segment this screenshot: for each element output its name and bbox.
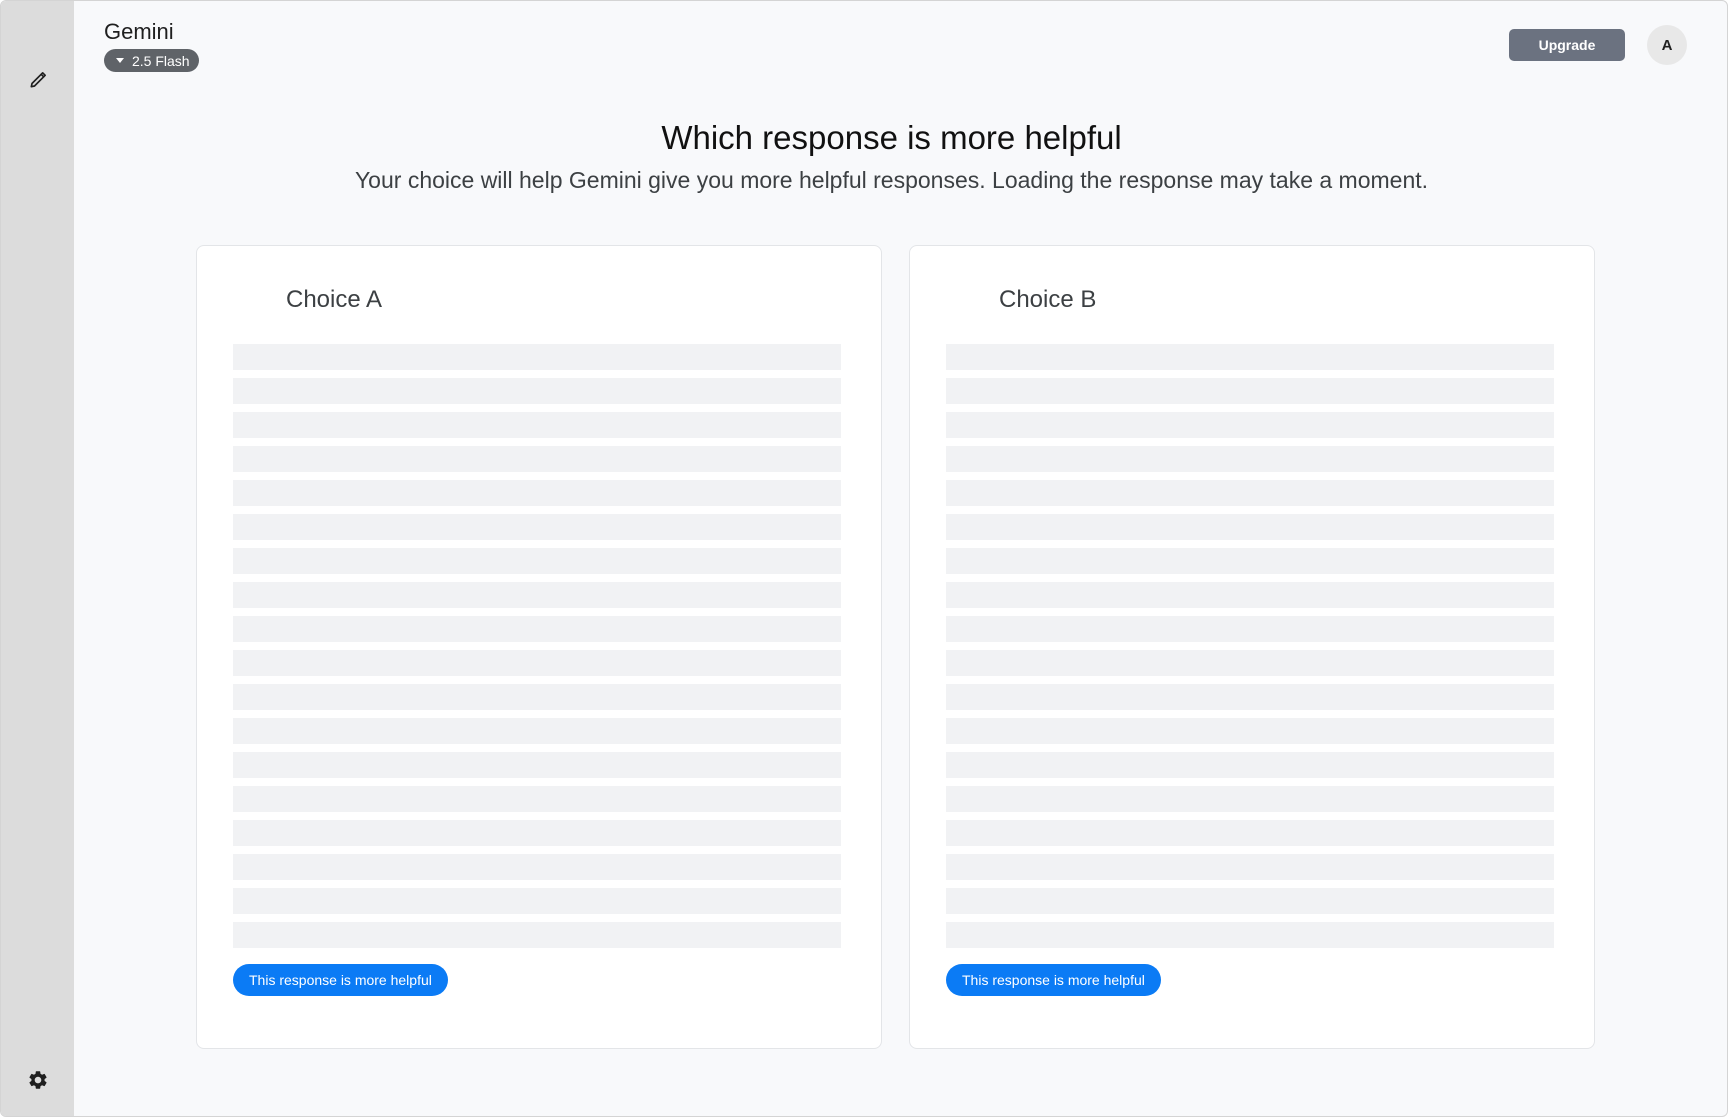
choice-b-card: Choice B This response is more helpful	[909, 245, 1595, 1049]
skeleton-line	[946, 786, 1554, 812]
avatar[interactable]: A	[1647, 25, 1687, 65]
edit-icon	[30, 72, 47, 88]
loading-skeleton	[946, 344, 1554, 956]
new-chat-button[interactable]	[25, 67, 51, 93]
caret-down-icon	[116, 58, 124, 63]
skeleton-line	[233, 344, 841, 370]
main-area: Gemini 2.5 Flash Upgrade A Which respons…	[74, 1, 1727, 1116]
skeleton-line	[946, 514, 1554, 540]
skeleton-line	[946, 718, 1554, 744]
skeleton-line	[946, 820, 1554, 846]
settings-button[interactable]	[25, 1067, 51, 1093]
loading-skeleton	[233, 344, 841, 956]
choice-a-card: Choice A This response is more helpful	[196, 245, 882, 1049]
skeleton-line	[946, 412, 1554, 438]
skeleton-line	[233, 718, 841, 744]
skeleton-line	[946, 616, 1554, 642]
skeleton-line	[233, 854, 841, 880]
brand: Gemini 2.5 Flash	[104, 19, 199, 72]
skeleton-line	[946, 650, 1554, 676]
skeleton-line	[233, 922, 841, 948]
model-label: 2.5 Flash	[132, 52, 190, 69]
settings-icon	[29, 1071, 47, 1089]
skeleton-line	[946, 378, 1554, 404]
app-window: Gemini 2.5 Flash Upgrade A Which respons…	[0, 0, 1728, 1117]
skeleton-line	[946, 922, 1554, 948]
model-selector[interactable]: 2.5 Flash	[104, 49, 199, 72]
skeleton-line	[233, 514, 841, 540]
choice-a-title: Choice A	[286, 286, 383, 313]
skeleton-line	[946, 548, 1554, 574]
skeleton-line	[233, 582, 841, 608]
page-title: Which response is more helpful	[661, 119, 1122, 156]
skeleton-line	[233, 412, 841, 438]
skeleton-line	[233, 616, 841, 642]
skeleton-line	[946, 344, 1554, 370]
skeleton-line	[233, 378, 841, 404]
skeleton-line	[946, 752, 1554, 778]
choice-b-select-button[interactable]: This response is more helpful	[946, 964, 1161, 996]
skeleton-line	[946, 888, 1554, 914]
skeleton-line	[233, 446, 841, 472]
skeleton-line	[233, 684, 841, 710]
choice-b-title: Choice B	[999, 286, 1097, 313]
sidebar	[1, 1, 74, 1116]
skeleton-line	[233, 820, 841, 846]
page-subtitle: Your choice will help Gemini give you mo…	[354, 167, 1429, 193]
skeleton-line	[233, 888, 841, 914]
skeleton-line	[233, 548, 841, 574]
app-name: Gemini	[104, 19, 174, 44]
skeleton-line	[233, 786, 841, 812]
choice-a-select-button[interactable]: This response is more helpful	[233, 964, 448, 996]
skeleton-line	[946, 684, 1554, 710]
skeleton-line	[946, 480, 1554, 506]
skeleton-line	[946, 446, 1554, 472]
skeleton-line	[946, 582, 1554, 608]
upgrade-button[interactable]: Upgrade	[1509, 29, 1625, 61]
skeleton-line	[946, 854, 1554, 880]
skeleton-line	[233, 480, 841, 506]
skeleton-line	[233, 650, 841, 676]
skeleton-line	[233, 752, 841, 778]
